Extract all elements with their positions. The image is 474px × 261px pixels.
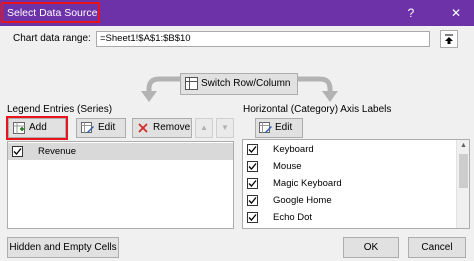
axis-label-row[interactable]: Google Home: [243, 192, 455, 209]
edit-icon: [81, 122, 94, 133]
axis-label-row[interactable]: Mouse: [243, 158, 455, 175]
move-up-icon: ▲: [200, 123, 208, 132]
axis-label-checkbox[interactable]: [247, 144, 258, 155]
axis-label-row[interactable]: Magic Keyboard: [243, 175, 455, 192]
axis-label-checkbox[interactable]: [247, 212, 258, 223]
scrollbar-thumb[interactable]: [459, 154, 468, 188]
axis-label-text: Keyboard: [273, 144, 314, 155]
axis-label-text: Magic Keyboard: [273, 178, 342, 189]
checkmark-icon: [248, 214, 257, 221]
series-row[interactable]: Revenue: [8, 143, 233, 160]
legend-series-list: Revenue: [7, 141, 234, 229]
axis-labels-list: Keyboard Mouse Magic Keyboard Google Hom…: [242, 139, 470, 229]
axis-label-checkbox[interactable]: [247, 195, 258, 206]
ok-button[interactable]: OK: [343, 237, 399, 258]
checkmark-icon: [248, 197, 257, 204]
move-down-icon: ▼: [221, 123, 229, 132]
axis-labels-scrollbar[interactable]: ▲: [456, 140, 469, 228]
remove-series-label: Remove: [153, 122, 191, 133]
edit-series-label: Edit: [98, 122, 116, 133]
chart-data-range-label: Chart data range:: [13, 33, 91, 44]
axis-label-row[interactable]: Keyboard: [243, 141, 455, 158]
edit-icon: [259, 122, 272, 133]
legend-entries-heading: Legend Entries (Series): [7, 104, 113, 115]
switch-row-column-label: Switch Row/Column: [201, 78, 291, 89]
checkmark-icon: [248, 146, 257, 153]
scroll-up-icon[interactable]: ▲: [460, 142, 467, 149]
axis-label-text: Google Home: [273, 195, 332, 206]
hidden-empty-cells-button[interactable]: Hidden and Empty Cells: [7, 237, 119, 258]
collapse-arrow-icon: [445, 34, 453, 44]
cancel-button[interactable]: Cancel: [408, 237, 466, 258]
move-down-button[interactable]: ▼: [216, 118, 234, 138]
help-button[interactable]: ?: [400, 3, 422, 23]
axis-label-checkbox[interactable]: [247, 161, 258, 172]
edit-axis-labels-button[interactable]: Edit: [255, 118, 303, 138]
checkmark-icon: [13, 148, 22, 155]
close-button[interactable]: ✕: [445, 3, 467, 23]
switch-icon: [185, 77, 198, 90]
right-curved-arrow-icon: [298, 76, 338, 102]
chart-data-range-input[interactable]: =Sheet1!$A$1:$B$10: [96, 31, 430, 47]
axis-label-text: Mouse: [273, 161, 302, 172]
edit-series-button[interactable]: Edit: [76, 118, 126, 138]
edit-axis-labels-label: Edit: [275, 122, 293, 133]
move-up-button[interactable]: ▲: [195, 118, 213, 138]
series-name: Revenue: [38, 146, 77, 157]
checkmark-icon: [248, 180, 257, 187]
title-bar: Select Data Source ? ✕: [0, 0, 474, 26]
left-curved-arrow-icon: [141, 76, 181, 102]
switch-row-column-button[interactable]: Switch Row/Column: [180, 73, 298, 95]
checkmark-icon: [248, 163, 257, 170]
axis-label-checkbox[interactable]: [247, 178, 258, 189]
remove-series-button[interactable]: Remove: [132, 118, 192, 138]
remove-x-icon: [138, 123, 148, 133]
axis-label-text: Echo Dot: [273, 212, 313, 223]
axis-labels-heading: Horizontal (Category) Axis Labels: [243, 104, 392, 115]
axis-label-row[interactable]: Echo Dot: [243, 209, 455, 226]
series-checkbox[interactable]: [12, 146, 23, 157]
collapse-dialog-button[interactable]: [440, 30, 458, 48]
title-highlight-box: [1, 2, 100, 23]
add-button-highlight-box: [6, 116, 68, 140]
